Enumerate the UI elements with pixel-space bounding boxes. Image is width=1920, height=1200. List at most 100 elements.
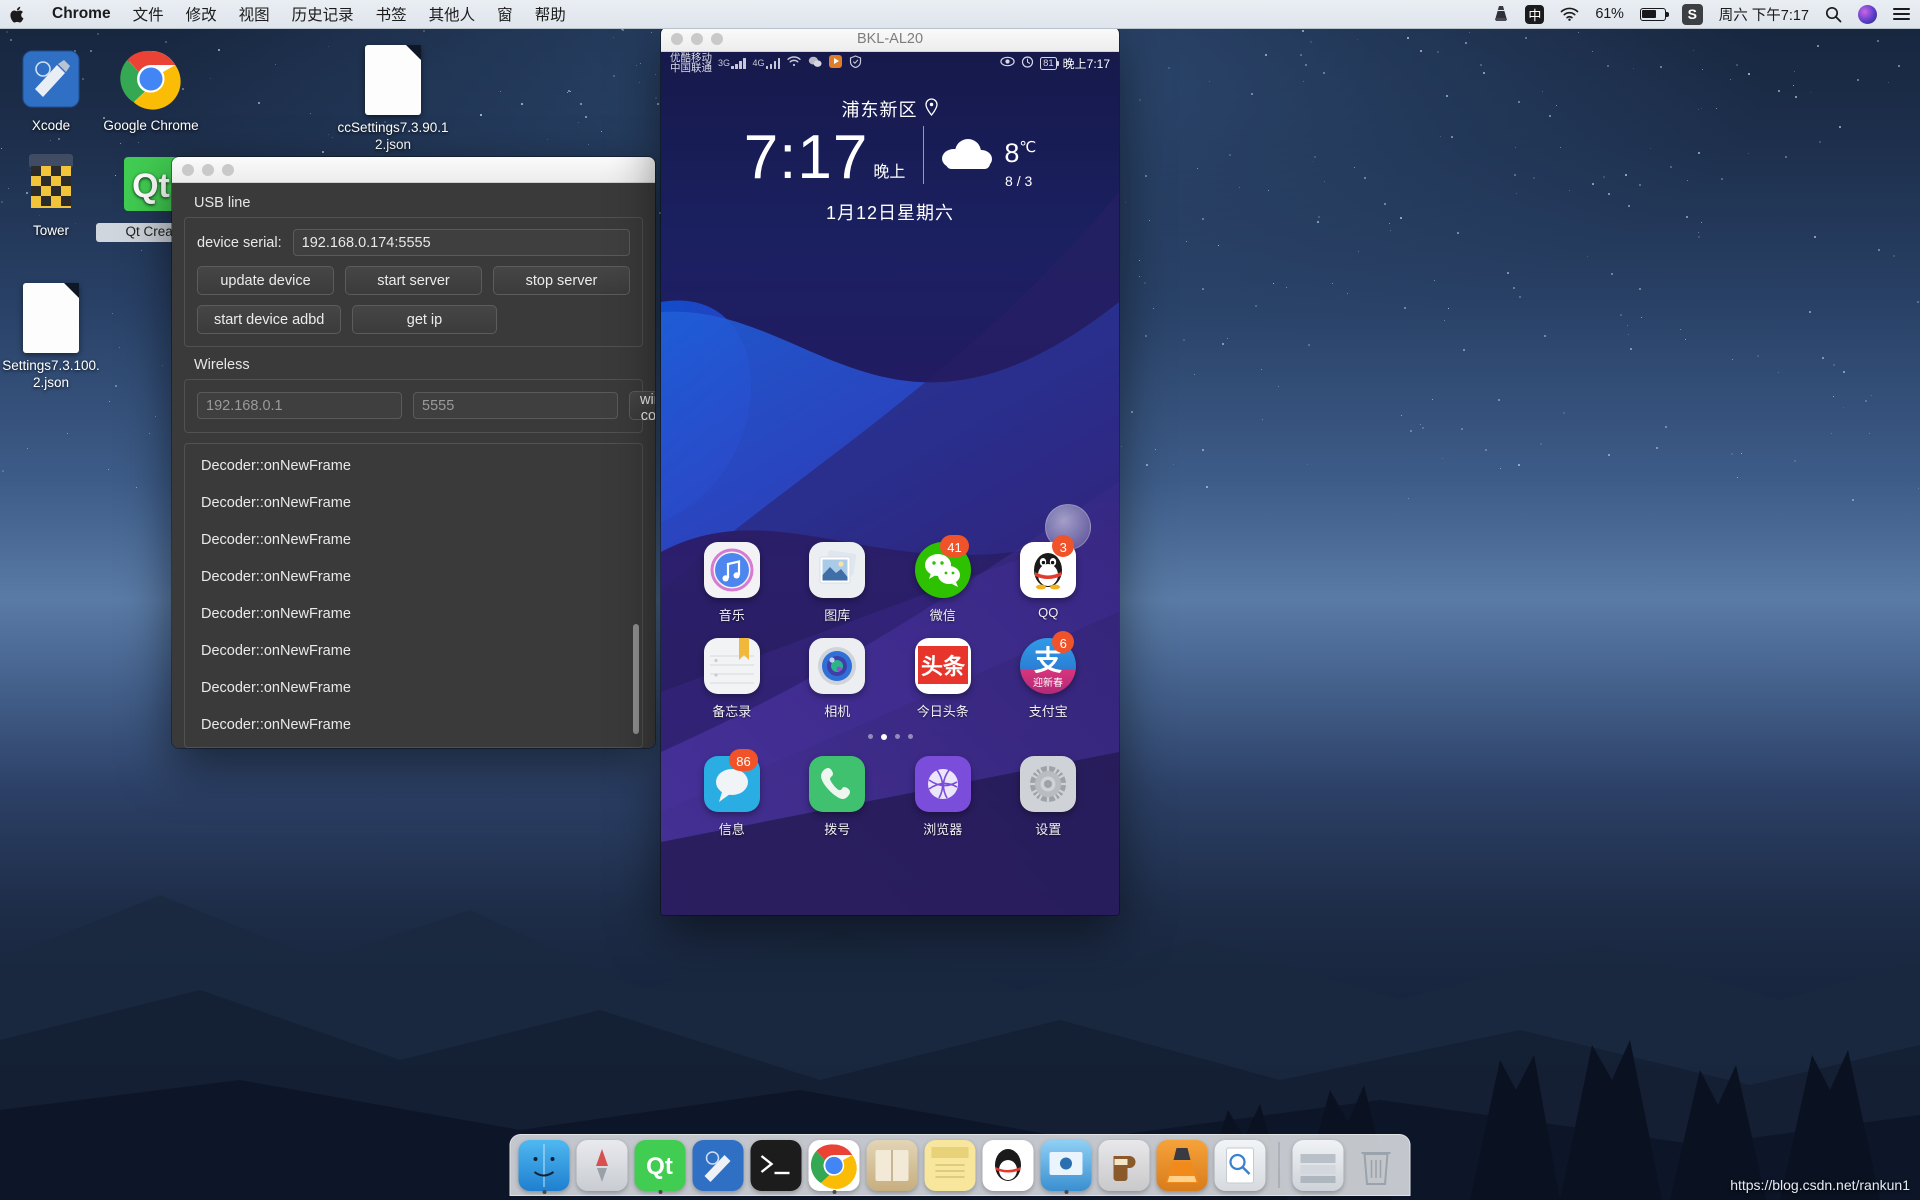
desktop-icon-tower[interactable]: Tower [0, 150, 106, 240]
terminal-dock-icon[interactable] [750, 1140, 802, 1191]
input-method-icon[interactable]: 中 [1525, 4, 1545, 24]
wireless-connect-button[interactable]: wireless connect [629, 391, 655, 424]
chrome-dock-icon[interactable] [808, 1140, 860, 1194]
desktop-icon-ccsettings-json[interactable]: ccSettings7.3.90.1 2.json [328, 45, 458, 154]
phone-screen[interactable]: 优酷移动 中国联通 3G 4G 81 晚上7:17 浦东新区 7:17 晚上 8… [661, 52, 1119, 915]
page-dot[interactable] [867, 734, 873, 739]
macos-menu-bar[interactable]: Chrome 文件 修改 视图 历史记录 书签 其他人 窗 帮助 中 61% S… [0, 0, 1920, 29]
menu-item-chrome[interactable]: Chrome [52, 5, 111, 23]
preview-dock-icon[interactable] [1214, 1140, 1266, 1191]
update-device-button[interactable]: update device [197, 266, 334, 295]
menu-item-file[interactable]: 文件 [133, 3, 164, 25]
page-dot[interactable] [894, 734, 900, 739]
app-camera[interactable]: 相机 [791, 638, 883, 720]
search-icon[interactable] [1825, 6, 1842, 23]
get-ip-button[interactable]: get ip [352, 305, 497, 334]
app-browser[interactable]: 浏览器 [897, 756, 989, 838]
close-button[interactable] [182, 163, 194, 176]
app-music[interactable]: 音乐 [686, 542, 778, 624]
zoom-button[interactable] [222, 163, 234, 176]
qt-window-titlebar[interactable] [172, 157, 655, 183]
page-indicator-dots[interactable] [661, 734, 1119, 740]
usb-group-box: device serial: update device start serve… [184, 217, 643, 347]
desktop-icon-settings-json[interactable]: Settings7.3.100. 2.json [0, 283, 116, 392]
wechat-icon [808, 56, 822, 71]
qtcreator-dock-icon[interactable]: Qt [634, 1140, 686, 1194]
sogou-input-icon[interactable]: S [1681, 3, 1703, 25]
camera-app-icon[interactable] [809, 638, 866, 694]
notes-dock-icon[interactable] [924, 1140, 976, 1191]
menubar-clock[interactable]: 周六 下午7:17 [1719, 4, 1809, 25]
screensharing-dock-icon[interactable] [1040, 1140, 1092, 1194]
gallery-app-icon[interactable] [809, 542, 866, 598]
lockscreen-clock-widget[interactable]: 浦东新区 7:17 晚上 8℃ 8 / 3 1月12日星期六 [661, 96, 1119, 225]
wireless-port-input[interactable] [413, 392, 618, 419]
app-gallery[interactable]: 图库 [791, 542, 883, 624]
menu-item-window[interactable]: 窗 [497, 3, 513, 25]
start-device-adbd-button[interactable]: start device adbd [197, 305, 342, 334]
app-qq[interactable]: 3 QQ [1002, 535, 1094, 624]
page-dot[interactable] [907, 734, 913, 739]
app-phone[interactable]: 拨号 [791, 756, 883, 838]
menu-item-help[interactable]: 帮助 [535, 3, 566, 25]
app-wechat[interactable]: 41 微信 [897, 535, 989, 624]
qq-app-icon[interactable]: 3 [1020, 535, 1077, 598]
notification-center-icon[interactable] [1893, 8, 1910, 20]
xcode-dock-icon[interactable] [692, 1140, 744, 1191]
launchpad-dock-icon[interactable] [576, 1140, 628, 1191]
wireless-group-box: wireless connect [184, 379, 655, 433]
battery-icon[interactable] [1639, 7, 1669, 21]
wireless-ip-input[interactable] [197, 392, 402, 419]
siri-icon[interactable] [1858, 4, 1877, 24]
device-serial-input[interactable] [292, 229, 630, 256]
app-messages[interactable]: 86 信息 [686, 749, 778, 838]
menu-item-edit[interactable]: 修改 [186, 3, 217, 25]
desktop-icon-xcode[interactable]: Xcode [0, 45, 106, 135]
macos-dock[interactable]: Qt [509, 1134, 1411, 1196]
menu-item-bookmarks[interactable]: 书签 [376, 3, 407, 25]
desktop-icon-chrome[interactable]: Google Chrome [96, 45, 206, 135]
apple-logo-icon[interactable] [10, 5, 26, 24]
temp-unit: ℃ [1019, 138, 1037, 156]
finder-dock-icon[interactable] [518, 1140, 570, 1194]
menu-item-view[interactable]: 视图 [239, 3, 270, 25]
app-settings[interactable]: 设置 [1002, 756, 1094, 838]
settings-app-icon[interactable] [1020, 756, 1077, 812]
svg-text:头条: 头条 [921, 654, 966, 679]
menu-item-history[interactable]: 历史记录 [292, 3, 354, 25]
downloads-dock-icon[interactable] [1292, 1140, 1344, 1191]
location-row[interactable]: 浦东新区 [842, 96, 939, 122]
trash-dock-icon[interactable] [1351, 1140, 1402, 1191]
messages-app-icon[interactable]: 86 [703, 749, 760, 812]
qt-scrcpy-window[interactable]: USB line device serial: update device st… [172, 157, 655, 748]
toutiao-app-icon[interactable]: 头条 [914, 638, 971, 694]
phone-window-titlebar[interactable]: BKL-AL20 [661, 27, 1119, 52]
app-toutiao[interactable]: 头条 今日头条 [897, 638, 989, 720]
dictionary-dock-icon[interactable] [866, 1140, 918, 1191]
wechat-app-icon[interactable]: 41 [914, 535, 971, 598]
android-mirror-window[interactable]: BKL-AL20 优酷移动 中国联通 3G 4G 81 晚上7:17 浦东新区 … [661, 27, 1119, 915]
homebrew-dock-icon[interactable] [1098, 1140, 1150, 1191]
qq-dock-icon[interactable] [982, 1140, 1034, 1191]
vlc-cone-icon[interactable] [1493, 5, 1509, 23]
browser-app-icon[interactable] [914, 756, 971, 812]
json-file-icon [365, 45, 421, 115]
phone-app-icon[interactable] [809, 756, 866, 812]
vlc-dock-icon[interactable] [1156, 1140, 1208, 1191]
notes-app-icon[interactable] [703, 638, 760, 694]
start-server-button[interactable]: start server [345, 266, 482, 295]
log-output-panel[interactable]: Decoder::onNewFrame Decoder::onNewFrame … [184, 443, 643, 748]
app-alipay[interactable]: 支 迎新春 6 支付宝 [1002, 631, 1094, 720]
app-label: 支付宝 [1028, 704, 1068, 719]
music-app-icon[interactable] [703, 542, 760, 598]
app-notes[interactable]: 备忘录 [686, 638, 778, 720]
app-label: 音乐 [718, 608, 745, 623]
minimize-button[interactable] [202, 163, 214, 176]
log-line: Decoder::onNewFrame [201, 680, 351, 696]
page-dot-active[interactable] [880, 734, 887, 740]
wifi-icon[interactable] [1560, 7, 1579, 21]
stop-server-button[interactable]: stop server [493, 266, 630, 295]
menu-item-people[interactable]: 其他人 [429, 3, 476, 25]
alipay-app-icon[interactable]: 支 迎新春 6 [1020, 631, 1077, 694]
log-scrollbar[interactable] [633, 624, 639, 734]
